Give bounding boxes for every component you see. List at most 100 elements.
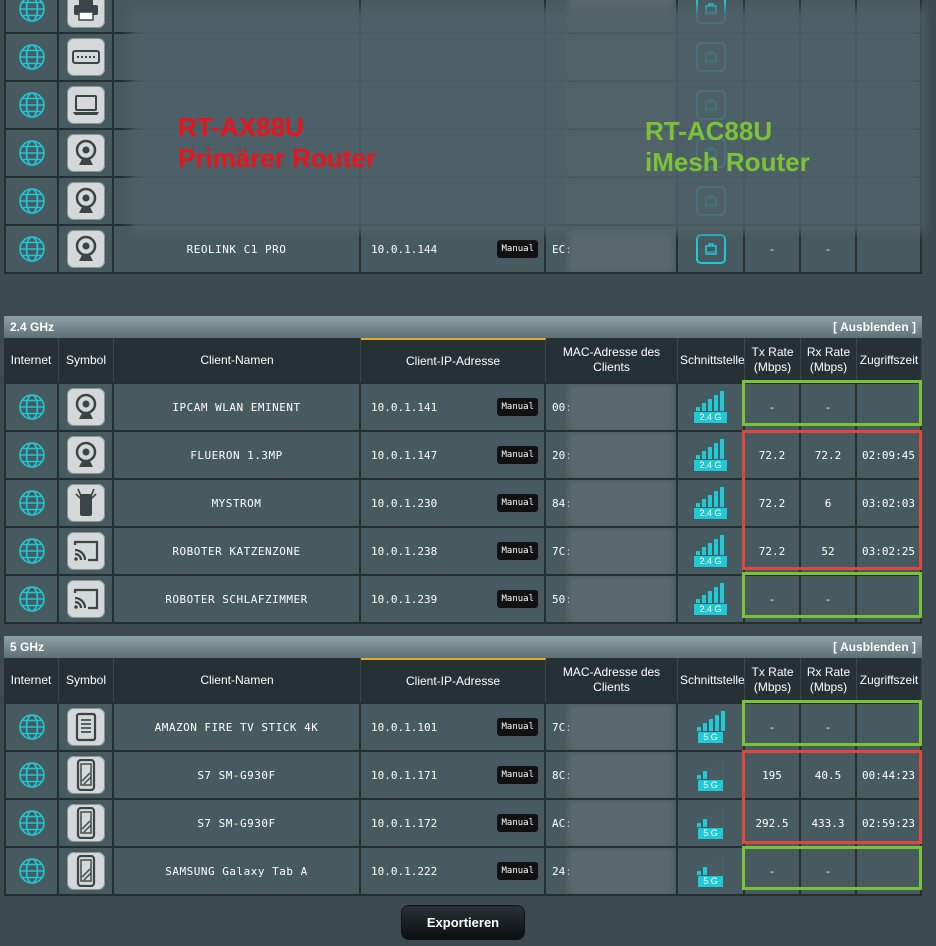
manual-ip-badge[interactable]: Manual <box>497 494 538 512</box>
internet-cell[interactable] <box>4 702 59 752</box>
webcam-icon[interactable] <box>66 388 105 426</box>
globe-icon[interactable] <box>18 44 46 70</box>
client-name[interactable]: S7 SM-G930F <box>114 752 361 800</box>
internet-cell[interactable] <box>4 178 59 226</box>
hide-section-link[interactable]: [ Ausblenden ] <box>833 316 916 338</box>
client-name[interactable]: MYSTROM <box>114 480 361 528</box>
globe-icon[interactable] <box>18 92 46 118</box>
symbol-cell[interactable] <box>59 82 114 130</box>
col-client-name[interactable]: Client-Namen <box>114 338 361 382</box>
col-access-time[interactable]: Zugriffszeit <box>857 658 922 702</box>
internet-cell[interactable] <box>4 432 59 480</box>
network-switch-icon[interactable] <box>66 38 105 76</box>
internet-cell[interactable] <box>4 800 59 848</box>
globe-icon[interactable] <box>18 236 46 262</box>
laptop-icon[interactable] <box>66 86 105 124</box>
symbol-cell[interactable] <box>59 34 114 82</box>
manual-ip-badge[interactable]: Manual <box>497 542 538 560</box>
client-name[interactable]: AMAZON FIRE TV STICK 4K <box>114 702 361 752</box>
internet-cell[interactable] <box>4 752 59 800</box>
col-tx-rate[interactable]: Tx Rate (Mbps) <box>745 338 801 382</box>
internet-cell[interactable] <box>4 82 59 130</box>
client-name[interactable]: S7 SM-G930F <box>114 800 361 848</box>
webcam-icon[interactable] <box>66 230 105 268</box>
globe-icon[interactable] <box>18 0 46 22</box>
client-name[interactable]: ROBOTER SCHLAFZIMMER <box>114 576 361 624</box>
manual-ip-badge[interactable]: Manual <box>497 446 538 464</box>
webcam-icon[interactable] <box>66 134 105 172</box>
client-name[interactable]: ROBOTER KATZENZONE <box>114 528 361 576</box>
col-rx-rate[interactable]: Rx Rate (Mbps) <box>801 338 857 382</box>
manual-ip-badge[interactable]: Manual <box>497 862 538 880</box>
globe-icon[interactable] <box>18 394 46 420</box>
symbol-cell[interactable] <box>59 752 114 800</box>
globe-icon[interactable] <box>18 714 46 740</box>
symbol-cell[interactable] <box>59 702 114 752</box>
col-client-name[interactable]: Client-Namen <box>114 658 361 702</box>
col-mac[interactable]: MAC-Adresse des Clients <box>546 338 678 382</box>
symbol-cell[interactable] <box>59 432 114 480</box>
col-symbol[interactable]: Symbol <box>59 658 114 702</box>
tablet-icon[interactable] <box>66 708 105 746</box>
manual-ip-badge[interactable]: Manual <box>497 814 538 832</box>
globe-icon[interactable] <box>18 188 46 214</box>
hide-section-link[interactable]: [ Ausblenden ] <box>833 636 916 658</box>
col-access-time[interactable]: Zugriffszeit <box>857 338 922 382</box>
internet-cell[interactable] <box>4 528 59 576</box>
manual-ip-badge[interactable]: Manual <box>497 718 538 736</box>
col-rx-rate[interactable]: Rx Rate (Mbps) <box>801 658 857 702</box>
export-button[interactable]: Exportieren <box>402 906 524 939</box>
globe-icon[interactable] <box>18 490 46 516</box>
internet-cell[interactable] <box>4 382 59 432</box>
col-interface[interactable]: Schnittstelle <box>678 338 745 382</box>
globe-icon[interactable] <box>18 762 46 788</box>
manual-ip-badge[interactable]: Manual <box>497 766 538 784</box>
symbol-cell[interactable] <box>59 576 114 624</box>
internet-cell[interactable] <box>4 130 59 178</box>
col-symbol[interactable]: Symbol <box>59 338 114 382</box>
symbol-cell[interactable] <box>59 382 114 432</box>
col-tx-rate[interactable]: Tx Rate (Mbps) <box>745 658 801 702</box>
printer-icon[interactable] <box>66 0 105 28</box>
symbol-cell[interactable] <box>59 0 114 34</box>
webcam-icon[interactable] <box>66 182 105 220</box>
manual-ip-badge[interactable]: Manual <box>497 590 538 608</box>
col-mac[interactable]: MAC-Adresse des Clients <box>546 658 678 702</box>
internet-cell[interactable] <box>4 34 59 82</box>
manual-ip-badge[interactable]: Manual <box>497 240 538 258</box>
internet-cell[interactable] <box>4 226 59 274</box>
webcam-icon[interactable] <box>66 436 105 474</box>
smartphone-icon[interactable] <box>66 852 105 890</box>
col-client-ip[interactable]: Client-IP-Adresse <box>361 338 546 382</box>
cast-icon[interactable] <box>66 580 105 618</box>
internet-cell[interactable] <box>4 0 59 34</box>
col-internet[interactable]: Internet <box>4 658 59 702</box>
globe-icon[interactable] <box>18 586 46 612</box>
symbol-cell[interactable] <box>59 178 114 226</box>
symbol-cell[interactable] <box>59 800 114 848</box>
internet-cell[interactable] <box>4 848 59 896</box>
col-internet[interactable]: Internet <box>4 338 59 382</box>
client-name[interactable]: FLUERON 1.3MP <box>114 432 361 480</box>
globe-icon[interactable] <box>18 140 46 166</box>
manual-ip-badge[interactable]: Manual <box>497 398 538 416</box>
client-name[interactable]: IPCAM WLAN EMINENT <box>114 382 361 432</box>
symbol-cell[interactable] <box>59 226 114 274</box>
globe-icon[interactable] <box>18 442 46 468</box>
symbol-cell[interactable] <box>59 848 114 896</box>
smartphone-icon[interactable] <box>66 756 105 794</box>
internet-cell[interactable] <box>4 480 59 528</box>
smartphone-icon[interactable] <box>66 804 105 842</box>
internet-cell[interactable] <box>4 576 59 624</box>
cast-icon[interactable] <box>66 532 105 570</box>
globe-icon[interactable] <box>18 810 46 836</box>
globe-icon[interactable] <box>18 858 46 884</box>
col-interface[interactable]: Schnittstelle <box>678 658 745 702</box>
globe-icon[interactable] <box>18 538 46 564</box>
symbol-cell[interactable] <box>59 528 114 576</box>
smart-plug-icon[interactable] <box>66 484 105 522</box>
symbol-cell[interactable] <box>59 480 114 528</box>
col-client-ip[interactable]: Client-IP-Adresse <box>361 658 546 702</box>
client-name[interactable]: SAMSUNG Galaxy Tab A <box>114 848 361 896</box>
symbol-cell[interactable] <box>59 130 114 178</box>
